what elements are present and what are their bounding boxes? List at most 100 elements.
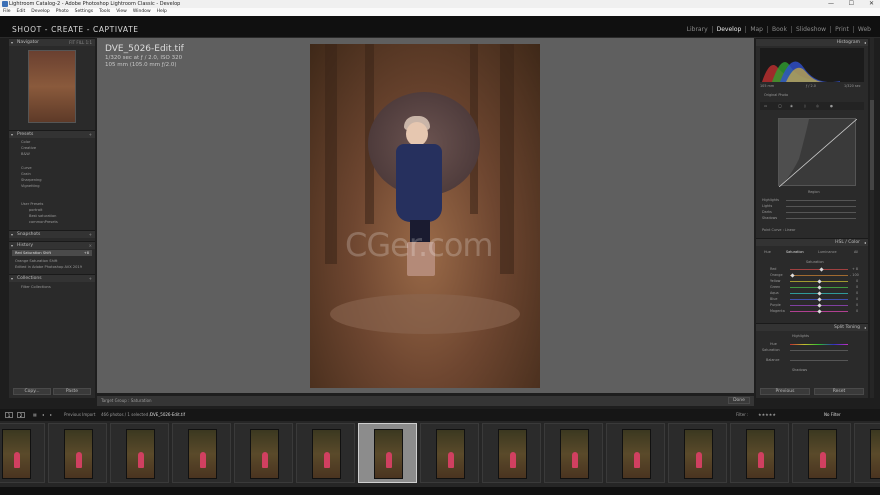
filmstrip-thumbnail[interactable]	[854, 423, 880, 483]
crop-icon[interactable]: ▭	[764, 104, 767, 108]
module-slideshow[interactable]: Slideshow	[790, 26, 830, 33]
selected-filename[interactable]: DVE_5026-Edit.tif	[150, 409, 185, 421]
filmstrip-thumbnail[interactable]	[172, 423, 231, 483]
histogram-header[interactable]: Histogram	[756, 38, 868, 47]
menu-help[interactable]: Help	[157, 8, 167, 16]
preset-folder[interactable]: Curve	[21, 166, 32, 170]
minimize-button[interactable]: —	[828, 0, 834, 8]
split-balance-slider[interactable]	[790, 360, 848, 361]
monitor-2-button[interactable]: 2	[17, 412, 25, 418]
menu-view[interactable]: View	[116, 8, 127, 16]
right-panel-scroll-thumb[interactable]	[870, 100, 874, 190]
back-arrow-icon[interactable]: ◂	[42, 409, 44, 421]
source-label[interactable]: Previous Import	[64, 409, 95, 421]
tool-strip[interactable]: ▭ ◯ ◉ ▯ ◎ ●	[760, 102, 864, 110]
navigator-preview[interactable]	[28, 50, 76, 123]
preset-item[interactable]: portrait	[29, 208, 42, 212]
hsl-red-value[interactable]: + 8	[852, 267, 858, 271]
hsl-aqua-value[interactable]: 0	[856, 291, 858, 295]
forward-arrow-icon[interactable]: ▸	[50, 409, 52, 421]
filmstrip-thumbnail[interactable]	[730, 423, 789, 483]
filmstrip-thumbnail[interactable]	[482, 423, 541, 483]
preset-folder[interactable]: Creative	[21, 146, 36, 150]
preset-folder[interactable]: User Presets	[21, 202, 43, 206]
hsl-tab-luminance[interactable]: Luminance	[818, 250, 837, 254]
spot-removal-icon[interactable]: ◯	[778, 104, 782, 108]
menu-photo[interactable]: Photo	[56, 8, 69, 16]
bottom-panel-toggle-bar[interactable]	[0, 487, 880, 495]
split-saturation-slider[interactable]	[790, 350, 848, 351]
hsl-orange-knob[interactable]	[790, 273, 795, 278]
tone-shadows-slider[interactable]	[786, 218, 856, 219]
main-photo[interactable]	[310, 44, 540, 388]
navigator-header[interactable]: Navigator FIT FILL 1:1	[9, 38, 95, 47]
copy-settings-button[interactable]: Copy...	[13, 388, 51, 395]
snapshots-header[interactable]: Snapshots+	[9, 230, 95, 239]
maximize-button[interactable]: ☐	[849, 0, 854, 8]
collection-item[interactable]: Filter Collections	[21, 285, 51, 289]
tone-highlights-slider[interactable]	[786, 200, 856, 201]
filmstrip-thumbnail[interactable]	[296, 423, 355, 483]
hsl-aqua-knob[interactable]	[817, 291, 822, 296]
module-develop[interactable]: Develop	[711, 26, 746, 33]
tone-lights-slider[interactable]	[786, 206, 856, 207]
preset-item[interactable]: Best saturation	[29, 214, 56, 218]
split-hue-slider[interactable]	[790, 344, 848, 345]
photo-canvas[interactable]	[97, 38, 754, 393]
menu-file[interactable]: File	[3, 8, 11, 16]
menu-settings[interactable]: Settings	[75, 8, 93, 16]
hsl-tab-all[interactable]: All	[854, 250, 858, 254]
history-header[interactable]: History×	[9, 241, 95, 250]
preset-folder[interactable]: Grain	[21, 172, 31, 176]
hsl-header[interactable]: HSL / Color	[756, 238, 868, 247]
preset-folder[interactable]: B&W	[21, 152, 30, 156]
tone-curve-graph[interactable]	[778, 118, 858, 188]
hsl-blue-knob[interactable]	[817, 297, 822, 302]
grid-icon[interactable]: ▦	[33, 409, 37, 421]
hsl-magenta-value[interactable]: 0	[856, 309, 858, 313]
right-panel-scrollbar[interactable]	[870, 38, 874, 398]
preset-folder[interactable]: Sharpening	[21, 178, 42, 182]
filmstrip-thumbnail[interactable]	[358, 423, 417, 483]
done-button[interactable]: Done	[728, 397, 750, 404]
point-curve-select[interactable]: Linear	[785, 228, 796, 232]
menu-edit[interactable]: Edit	[17, 8, 26, 16]
split-toning-header[interactable]: Split Toning	[756, 323, 868, 332]
tone-darks-slider[interactable]	[786, 212, 856, 213]
filmstrip-thumbnail[interactable]	[0, 423, 45, 483]
monitor-1-button[interactable]: 1	[5, 412, 13, 418]
history-item[interactable]: Edited in Adobe Photoshop AVX 2019	[15, 265, 82, 269]
filmstrip[interactable]	[0, 421, 880, 487]
menu-window[interactable]: Window	[133, 8, 151, 16]
module-web[interactable]: Web	[852, 26, 875, 33]
hsl-yellow-knob[interactable]	[817, 279, 822, 284]
brush-icon[interactable]: ●	[830, 104, 833, 108]
radial-filter-icon[interactable]: ◎	[816, 104, 819, 108]
reset-button[interactable]: Reset	[814, 388, 864, 395]
hsl-red-knob[interactable]	[819, 267, 824, 272]
module-print[interactable]: Print	[830, 26, 853, 33]
history-item-selected[interactable]: Red Saturation Shift +8	[12, 250, 92, 256]
preset-folder[interactable]: Color	[21, 140, 30, 144]
hsl-purple-knob[interactable]	[817, 303, 822, 308]
hsl-magenta-knob[interactable]	[817, 309, 822, 314]
menu-tools[interactable]: Tools	[99, 8, 110, 16]
graduated-filter-icon[interactable]: ▯	[804, 104, 806, 108]
history-item[interactable]: Orange Saturation Shift	[15, 259, 57, 263]
menu-develop[interactable]: Develop	[31, 8, 50, 16]
filmstrip-thumbnail[interactable]	[234, 423, 293, 483]
rating-filter-stars[interactable]: ★★★★★	[758, 409, 776, 421]
filmstrip-thumbnail[interactable]	[544, 423, 603, 483]
filmstrip-thumbnail[interactable]	[420, 423, 479, 483]
filmstrip-thumbnail[interactable]	[606, 423, 665, 483]
module-map[interactable]: Map	[745, 26, 767, 33]
filter-select[interactable]: No Filter	[824, 409, 841, 421]
hsl-green-value[interactable]: 0	[856, 285, 858, 289]
filmstrip-thumbnail[interactable]	[110, 423, 169, 483]
preset-folder[interactable]: Vignetting	[21, 184, 40, 188]
hsl-green-knob[interactable]	[817, 285, 822, 290]
filmstrip-thumbnail[interactable]	[792, 423, 851, 483]
hsl-yellow-value[interactable]: 0	[856, 279, 858, 283]
hsl-purple-value[interactable]: 0	[856, 303, 858, 307]
red-eye-icon[interactable]: ◉	[790, 104, 793, 108]
